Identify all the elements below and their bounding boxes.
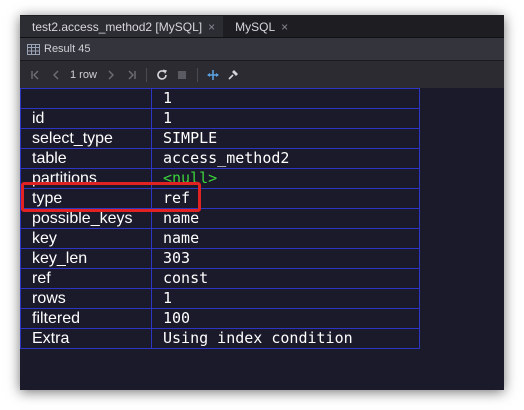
table-row: key_len 303 [20,248,420,269]
tab-access-method2[interactable]: test2.access_method2 [MySQL] × [20,16,224,37]
table-row: id 1 [20,108,420,129]
stop-icon[interactable] [172,65,192,85]
table-row: select_type SIMPLE [20,128,420,149]
tab-mysql[interactable]: MySQL × [223,16,296,37]
field-value-cell[interactable]: Using index condition [151,328,420,349]
field-value-cell[interactable]: ref [151,188,420,209]
tab-label: test2.access_method2 [MySQL] [32,19,203,34]
next-page-icon[interactable] [101,65,121,85]
previous-page-icon[interactable] [46,65,66,85]
pin-icon[interactable] [223,65,243,85]
row-count: 1 row [70,68,97,81]
editor-tab-bar: test2.access_method2 [MySQL] × MySQL × [20,15,504,38]
table-row: possible_keys name [20,208,420,229]
field-value-cell[interactable]: access_method2 [151,148,420,169]
close-icon[interactable]: × [281,20,288,34]
field-name-cell[interactable]: rows [20,288,152,309]
table-row: ref const [20,268,420,289]
result-tab[interactable]: Result 45 [20,38,504,61]
field-name-cell[interactable]: table [20,148,152,169]
header-key-cell[interactable] [20,88,152,109]
column-header-cell[interactable]: 1 [151,88,420,109]
null-value-cell[interactable]: <null> [151,168,420,189]
table-row: filtered 100 [20,308,420,329]
result-toolbar: 1 row [20,61,504,89]
result-grid: 1 id 1 select_type SIMPLE table access_m… [20,88,420,349]
field-value-cell[interactable]: SIMPLE [151,128,420,149]
field-name-cell[interactable]: ref [20,268,152,289]
grid-header-row: 1 [20,88,420,109]
table-row: partitions <null> [20,168,420,189]
field-value-cell[interactable]: 303 [151,248,420,269]
table-row: type ref [20,188,420,209]
field-value-cell[interactable]: name [151,208,420,229]
field-name-cell[interactable]: partitions [20,168,152,189]
result-grid-area: 1 id 1 select_type SIMPLE table access_m… [20,88,504,390]
table-icon [27,43,40,55]
field-value-cell[interactable]: 1 [151,288,420,309]
field-value-cell[interactable]: const [151,268,420,289]
field-value-cell[interactable]: 100 [151,308,420,329]
table-row: Extra Using index condition [20,328,420,349]
close-icon[interactable]: × [208,20,215,34]
toolbar-divider [196,67,198,82]
field-name-cell[interactable]: key [20,228,152,249]
last-page-icon[interactable] [121,65,141,85]
field-value-cell[interactable]: 1 [151,108,420,129]
table-row: key name [20,228,420,249]
field-name-cell[interactable]: select_type [20,128,152,149]
result-tab-label: Result 45 [44,43,91,55]
table-row: rows 1 [20,288,420,309]
field-name-cell[interactable]: id [20,108,152,129]
query-result-window: test2.access_method2 [MySQL] × MySQL × R… [20,15,504,390]
field-name-cell[interactable]: possible_keys [20,208,152,229]
tab-label: MySQL [235,19,276,34]
field-name-cell[interactable]: filtered [20,308,152,329]
field-name-cell[interactable]: key_len [20,248,152,269]
transpose-icon[interactable] [203,65,223,85]
table-row: table access_method2 [20,148,420,169]
field-value-cell[interactable]: name [151,228,420,249]
field-name-cell[interactable]: type [20,188,152,209]
field-name-cell[interactable]: Extra [20,328,152,349]
toolbar-divider [145,67,147,82]
first-page-icon[interactable] [26,65,46,85]
refresh-icon[interactable] [152,65,172,85]
